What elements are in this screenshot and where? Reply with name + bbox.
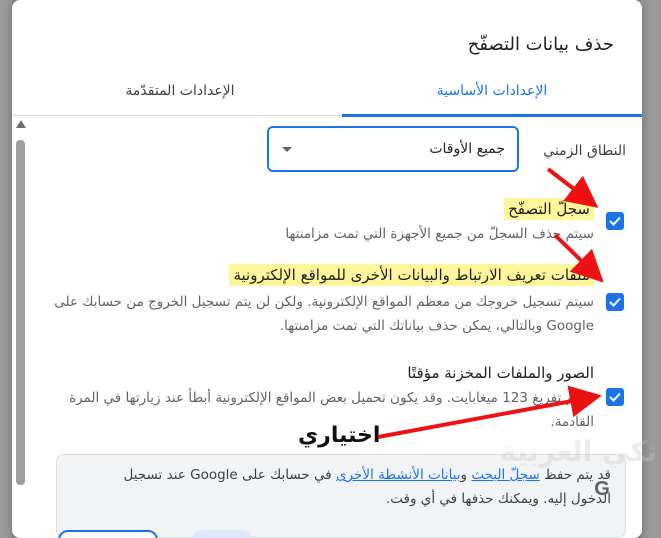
scroll-up-arrow-icon[interactable] [16,120,26,128]
time-range-label: النطاق الزمني [543,143,626,159]
dialog-content: النطاق الزمني جميع الأوقات سجلّ التصفّح … [12,118,642,538]
checkmark-icon [609,216,621,226]
other-activity-link[interactable]: بيانات الأنشطة الأخرى [336,467,460,483]
checkmark-icon [609,297,621,307]
search-history-link[interactable]: سجلّ البحث [471,467,539,483]
cached-files-title: الصور والملفات المخزنة مؤقتًا [407,364,594,382]
tab-basic-settings[interactable]: الإعدادات الأساسية [342,72,642,117]
clear-data-button-partial[interactable] [192,530,252,538]
backdrop-right [641,0,661,538]
info-text: قد يتم حفظ سجلّ البحث وبيانات الأنشطة ال… [123,467,612,507]
checkmark-icon [609,392,621,402]
google-g-icon: G [594,478,610,500]
google-account-info-box: قد يتم حفظ سجلّ البحث وبيانات الأنشطة ال… [56,454,626,538]
annotation-optional-label: اختياري [298,423,381,448]
backdrop-left [0,0,12,538]
tab-bar: الإعدادات الأساسية الإعدادات المتقدّمة [12,72,642,117]
cookies-title: ملفات تعريف الارتباط والبيانات الأخرى لل… [229,264,594,286]
browsing-history-title: سجلّ التصفّح [504,198,594,220]
cancel-button-partial[interactable] [58,530,158,538]
clear-browsing-data-dialog: حذف بيانات التصفّح الإعدادات الأساسية ال… [12,0,642,538]
cookies-checkbox[interactable] [606,293,624,311]
cached-files-checkbox[interactable] [606,388,624,406]
time-range-value: جميع الأوقات [429,141,505,157]
chevron-down-icon [282,147,292,152]
browsing-history-description: سيتم حذف السجلّ من جميع الأجهزة التي تمت… [285,226,594,242]
cookies-description: سيتم تسجيل خروجك من معظم المواقع الإلكتر… [54,294,594,334]
browsing-history-checkbox[interactable] [606,212,624,230]
time-range-select[interactable]: جميع الأوقات [267,126,519,172]
dialog-title: حذف بيانات التصفّح [467,34,614,55]
tab-advanced-settings[interactable]: الإعدادات المتقدّمة [30,72,330,116]
